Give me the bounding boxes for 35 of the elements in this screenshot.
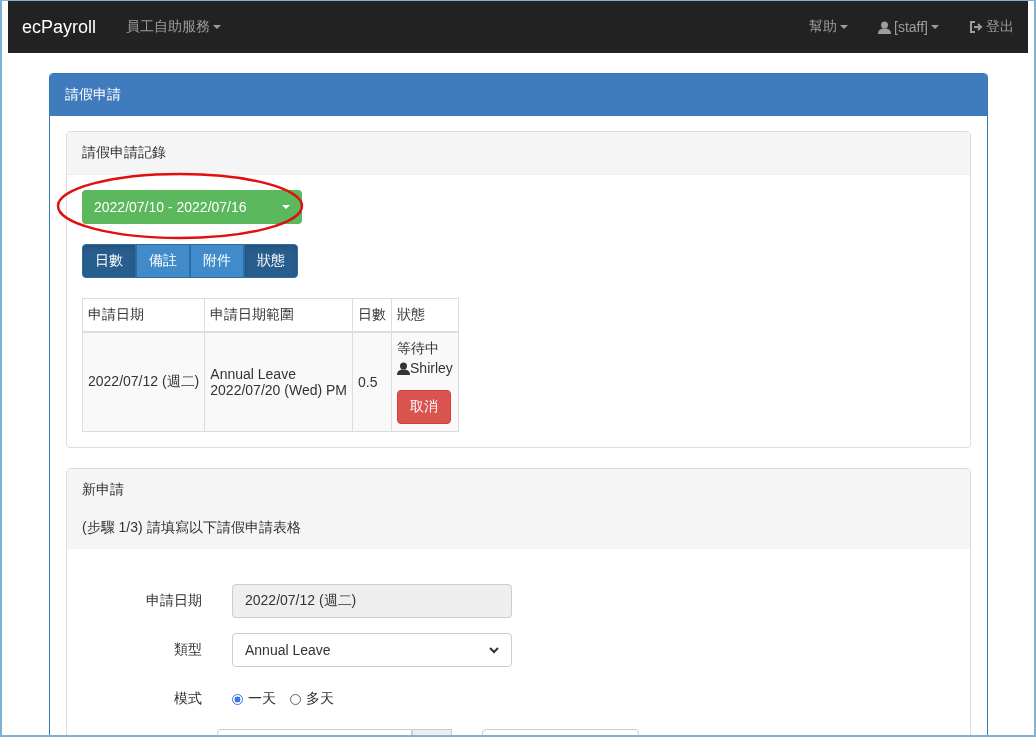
user-icon (878, 20, 891, 34)
approver-name: Shirley (410, 360, 453, 376)
brand-logo[interactable]: ecPayroll (22, 16, 97, 38)
caret-icon (213, 25, 222, 29)
table-cell: 0.5 (352, 332, 392, 432)
table-cell: 2022/07/12 (週二) (82, 332, 205, 432)
caret-icon (931, 25, 939, 29)
date-field: 2022/07/12 (週二) (232, 584, 512, 618)
user-icon (397, 361, 410, 375)
cancel-button[interactable]: 取消 (397, 390, 451, 424)
field-label: 申請日期 (145, 592, 202, 610)
field-label: 模式 (173, 690, 202, 708)
type-select[interactable]: Annual Leave (232, 633, 512, 667)
column-toggle[interactable]: 日數 (82, 244, 136, 278)
nav-dropdown[interactable]: 幫助 (809, 18, 848, 36)
chevron-icon (489, 646, 499, 654)
column-toggle[interactable]: 狀態 (244, 244, 298, 278)
field-label: 類型 (173, 641, 202, 659)
step-text: (步驟 1/3) 請填寫以下請假申請表格 (67, 511, 970, 549)
status-text: 等待中 (397, 340, 439, 358)
nav-dropdown[interactable]: [staff] (878, 19, 939, 35)
table-cell-text: Annual Leave (210, 366, 297, 382)
mode-radio[interactable]: 多天 (290, 690, 334, 708)
caret-icon (840, 25, 848, 29)
panel-title: 請假申請 (50, 74, 987, 116)
section-title: 請假申請記錄 (67, 132, 970, 175)
caret-icon (282, 205, 290, 209)
mode-radio[interactable]: 一天 (232, 690, 276, 708)
column-toggle[interactable]: 備註 (136, 244, 190, 278)
table-cell: 2022/07/20 (Wed) PM (210, 382, 347, 398)
section-title: 新申請 (67, 469, 970, 511)
menu-dropdown[interactable]: 員工自助服務 (126, 18, 222, 36)
logout-link[interactable]: 登出 (969, 18, 1014, 36)
column-toggle[interactable]: 附件 (190, 244, 244, 278)
logout-icon (969, 21, 983, 33)
